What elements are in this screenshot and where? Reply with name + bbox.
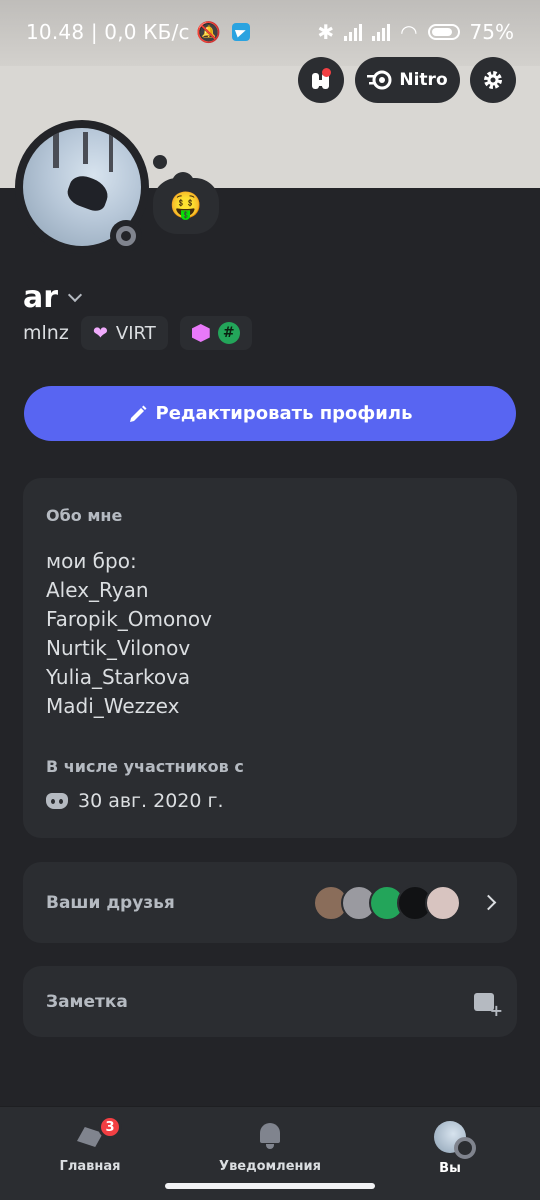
username-row: mlnz ❤ VIRT # xyxy=(23,316,252,350)
friend-avatars xyxy=(313,884,461,921)
battery-percent: 75% xyxy=(469,20,514,44)
friends-label: Ваши друзья xyxy=(46,892,175,913)
pencil-icon xyxy=(129,405,147,422)
edit-profile-button[interactable]: Редактировать профиль xyxy=(24,386,516,441)
bluetooth-icon: ✱ xyxy=(317,20,335,44)
home-badge: 3 xyxy=(98,1115,122,1139)
note-row[interactable]: Заметка xyxy=(23,966,517,1037)
activity-indicator xyxy=(322,68,331,77)
heart-icon: ❤ xyxy=(92,322,108,344)
nitro-label: Nitro xyxy=(399,70,448,90)
user-avatar-icon xyxy=(434,1121,476,1159)
gesture-home-indicator[interactable] xyxy=(165,1183,375,1189)
thought-dot-small xyxy=(153,155,167,169)
status-time-text: 10.48 | 0,0 КБ/с xyxy=(26,20,190,44)
tab-notifications[interactable]: Уведомления xyxy=(210,1121,330,1174)
hashtag-badge-icon: # xyxy=(217,322,240,344)
money-face-emoji: 🤑 xyxy=(169,191,203,221)
settings-button[interactable] xyxy=(470,57,516,103)
status-time: 10.48 | 0,0 КБ/с 🔕 xyxy=(26,20,250,44)
status-icons: ✱ ◠ 75% xyxy=(317,20,514,44)
display-name: ar xyxy=(23,280,59,315)
nitro-badge-icon xyxy=(191,324,210,342)
member-since-heading: В числе участников с xyxy=(46,757,244,776)
chevron-right-icon xyxy=(480,894,497,911)
telegram-icon xyxy=(231,23,250,41)
note-label: Заметка xyxy=(46,991,128,1012)
badges-pill[interactable]: # xyxy=(179,316,252,350)
activity-button[interactable] xyxy=(298,57,344,103)
about-me-card: Обо мне мои бро: Alex_Ryan Faropik_Omono… xyxy=(23,478,517,838)
add-note-icon xyxy=(474,992,503,1020)
custom-status-bubble[interactable]: 🤑 xyxy=(153,178,219,234)
username: mlnz xyxy=(23,322,69,344)
nitro-icon xyxy=(367,70,392,90)
mute-icon: 🔕 xyxy=(196,20,222,44)
about-me-bio: мои бро: Alex_Ryan Faropik_Omonov Nurtik… xyxy=(46,549,212,718)
battery-icon xyxy=(427,24,460,40)
offline-status-icon xyxy=(116,226,136,246)
status-bar: 10.48 | 0,0 КБ/с 🔕 ✱ ◠ 75% xyxy=(0,0,540,66)
signal-icon-2 xyxy=(372,23,391,41)
member-since-row: 30 авг. 2020 г. xyxy=(46,790,494,812)
discord-logo-icon xyxy=(46,793,68,809)
nitro-button[interactable]: Nitro xyxy=(355,57,460,103)
gear-icon xyxy=(484,71,502,89)
bell-icon xyxy=(257,1121,283,1151)
tab-you[interactable]: Вы xyxy=(415,1121,485,1176)
tab-notifications-label: Уведомления xyxy=(219,1159,321,1174)
wifi-icon: ◠ xyxy=(400,20,418,44)
chevron-down-icon xyxy=(67,287,83,302)
friends-row[interactable]: Ваши друзья xyxy=(23,862,517,943)
tab-home-label: Главная xyxy=(59,1159,121,1174)
friend-avatar xyxy=(425,884,461,921)
display-name-row[interactable]: ar xyxy=(23,280,83,315)
edit-profile-label: Редактировать профиль xyxy=(155,403,413,424)
member-since-date: 30 авг. 2020 г. xyxy=(78,790,224,812)
tab-home[interactable]: 3 Главная xyxy=(50,1115,130,1174)
signal-icon xyxy=(344,23,363,41)
server-tag-label: VIRT xyxy=(115,322,156,344)
server-tag[interactable]: ❤ VIRT xyxy=(80,316,168,350)
tab-you-label: Вы xyxy=(439,1161,461,1176)
about-me-heading: Обо мне xyxy=(46,506,123,525)
